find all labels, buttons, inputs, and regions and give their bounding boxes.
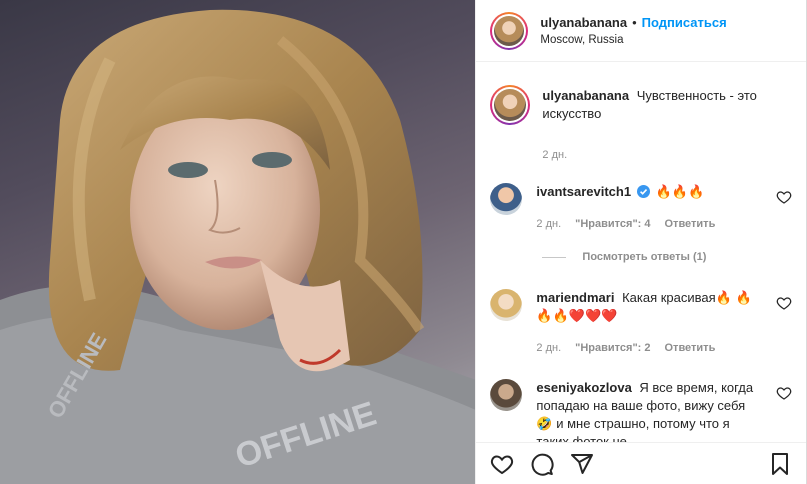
caption-time[interactable]: 2 дн. <box>542 149 792 161</box>
commenter-avatar[interactable] <box>490 183 523 215</box>
comment-text: 🔥🔥🔥 <box>655 184 705 199</box>
commenter-avatar[interactable] <box>490 289 523 321</box>
commenter-avatar[interactable] <box>490 379 523 411</box>
follow-button[interactable]: Подписаться <box>642 15 727 30</box>
comment-like-heart-icon[interactable] <box>776 189 792 205</box>
comment-item: ivantsarevitch1 🔥🔥🔥 2 дн. "Нравится": 4 … <box>490 183 792 233</box>
author-username[interactable]: ulyanabanana <box>540 15 627 30</box>
view-replies-label: Посмотреть ответы (1) <box>582 251 707 263</box>
verified-badge-icon <box>637 185 651 198</box>
action-bar <box>476 442 806 484</box>
post-photo[interactable]: OFFLINE OFFLINE <box>0 0 476 484</box>
comment-username[interactable]: eseniyakozlova <box>536 380 631 395</box>
share-icon[interactable] <box>570 452 594 476</box>
comment-username[interactable]: mariendmari <box>536 290 614 305</box>
bookmark-icon[interactable] <box>768 452 792 476</box>
view-replies-button[interactable]: Посмотреть ответы (1) <box>542 251 792 263</box>
caption-username[interactable]: ulyanabanana <box>542 88 629 103</box>
separator-dot: • <box>632 15 637 30</box>
caption: ulyanabanana Чувственность - это искусст… <box>490 63 792 125</box>
post-header: ulyanabanana • Подписаться Moscow, Russi… <box>476 0 806 62</box>
comment-item: mariendmari Какая красивая🔥 🔥🔥🔥❤️❤️❤️ 2 … <box>490 289 792 357</box>
comment-icon[interactable] <box>530 452 554 476</box>
comment-likes[interactable]: "Нравится": 2 <box>575 339 650 357</box>
comment-username[interactable]: ivantsarevitch1 <box>536 184 631 199</box>
location-link[interactable]: Moscow, Russia <box>540 34 726 46</box>
comment-time[interactable]: 2 дн. <box>536 339 561 357</box>
comment-item: eseniyakozlova Я все время, когда попада… <box>490 379 792 442</box>
post-sidebar: ulyanabanana • Подписаться Moscow, Russi… <box>475 0 806 484</box>
reply-button[interactable]: Ответить <box>665 215 716 233</box>
caption-avatar[interactable] <box>490 85 531 125</box>
heart-icon[interactable] <box>490 452 514 476</box>
reply-button[interactable]: Ответить <box>665 339 716 357</box>
comment-like-heart-icon[interactable] <box>776 385 792 401</box>
avatar[interactable] <box>490 11 529 50</box>
post-container: OFFLINE OFFLINE ulyanabanana • Подписать… <box>0 0 807 484</box>
portrait-photo: OFFLINE OFFLINE <box>0 9 476 484</box>
replies-divider <box>542 256 567 258</box>
comment-time[interactable]: 2 дн. <box>536 215 561 233</box>
comments-list[interactable]: ulyanabanana Чувственность - это искусст… <box>476 63 806 442</box>
comment-likes[interactable]: "Нравится": 4 <box>575 215 650 233</box>
comment-like-heart-icon[interactable] <box>776 295 792 311</box>
